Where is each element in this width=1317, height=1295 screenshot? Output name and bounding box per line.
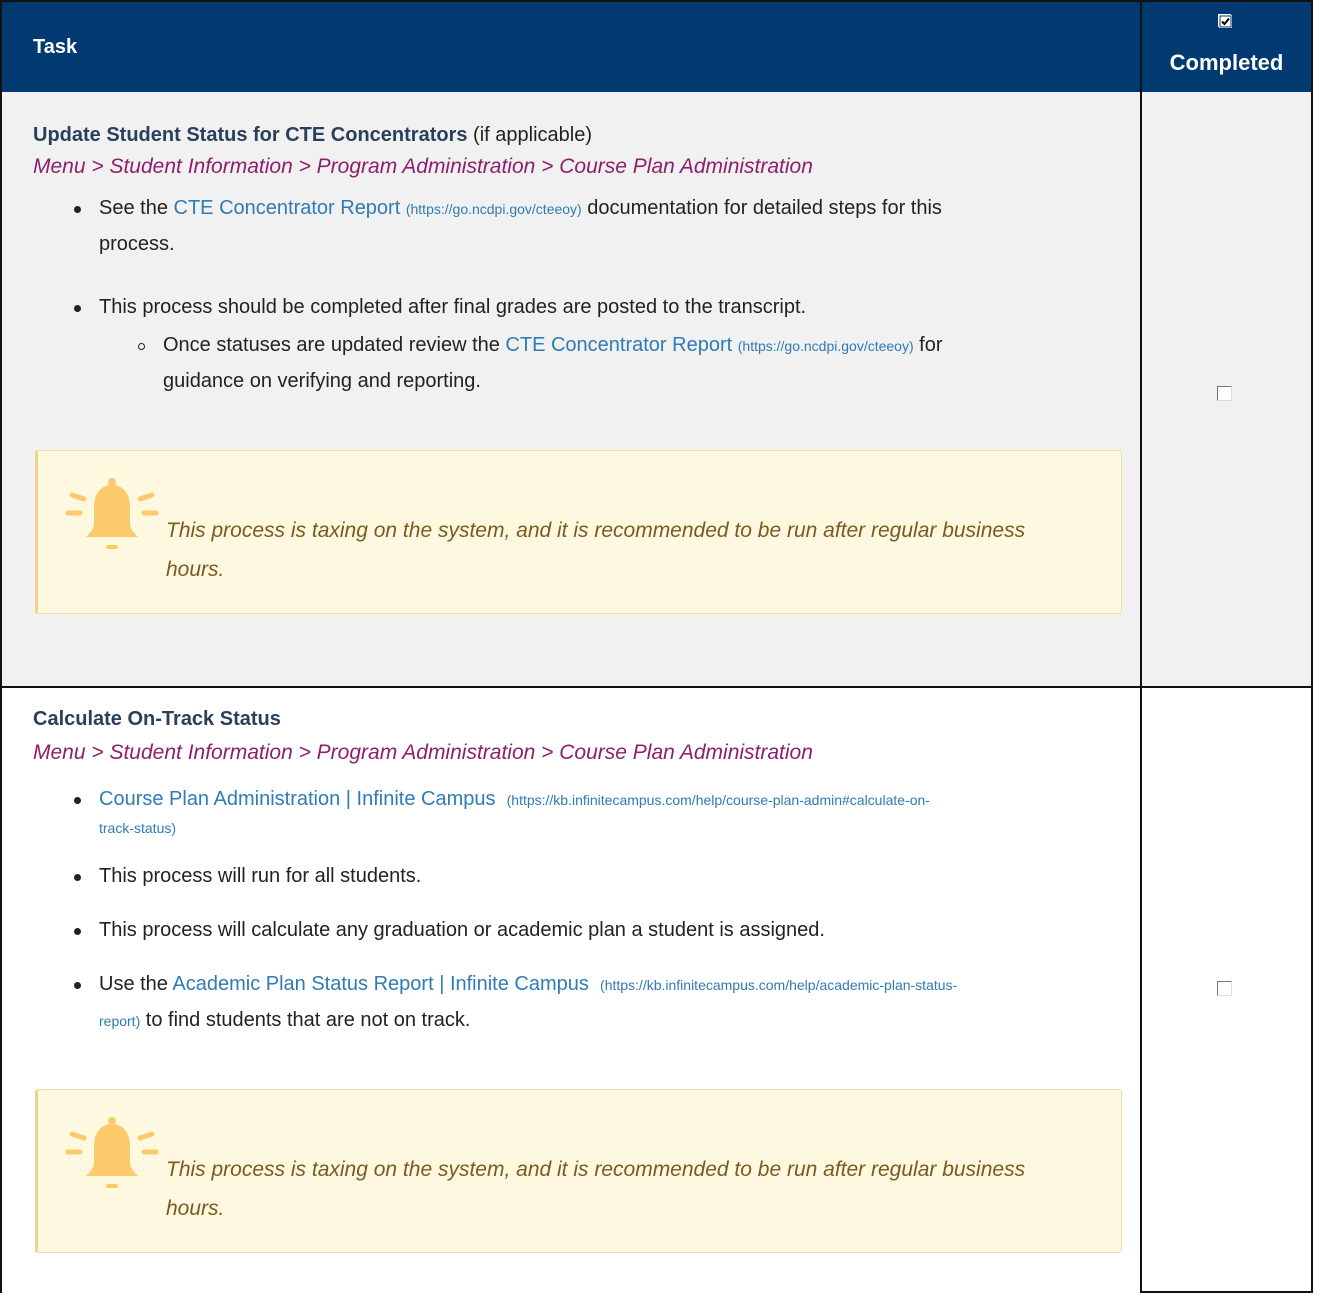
menu-path: Menu > Student Information > Program Adm… [33, 741, 813, 764]
bullet-icon [74, 982, 81, 989]
task-row: Update Student Status for CTE Concentrat… [2, 92, 1140, 686]
cte-report-link[interactable]: CTE Concentrator Report [505, 334, 732, 356]
warning-callout: This process is taxing on the system, an… [35, 1089, 1122, 1253]
checked-box-icon [1218, 14, 1232, 28]
table-header: Task Completed [2, 2, 1311, 92]
list-item: Course Plan Administration | Infinite Ca… [99, 788, 930, 836]
warning-callout: This process is taxing on the system, an… [35, 450, 1122, 614]
bullet-icon [74, 206, 81, 213]
sub-bullet-icon [138, 343, 145, 350]
bullet-icon [74, 305, 81, 312]
list-item: This process should be completed after f… [99, 296, 807, 318]
completed-cell [1142, 688, 1311, 1293]
completed-column-header: Completed [1142, 2, 1311, 92]
bullet-icon [74, 928, 81, 935]
academic-plan-report-link[interactable]: Academic Plan Status Report | Infinite C… [172, 973, 589, 995]
callout-text: This process is taxing on the system, an… [166, 1158, 1026, 1220]
bell-icon [65, 478, 159, 549]
task-title: Update Student Status for CTE Concentrat… [33, 124, 592, 146]
list-item: Once statuses are updated review the CTE… [163, 334, 943, 392]
completed-cell [1142, 92, 1311, 686]
list-item: See the CTE Concentrator Report (https:/… [99, 197, 942, 255]
callout-text: This process is taxing on the system, an… [166, 519, 1026, 581]
checklist-table: Task Completed Update Student Status for… [0, 0, 1313, 1293]
list-item: This process will run for all students. [99, 865, 422, 887]
list-item: This process will calculate any graduati… [99, 919, 825, 941]
completed-label: Completed [1169, 50, 1284, 75]
cte-report-link[interactable]: CTE Concentrator Report [174, 197, 401, 219]
task-row: Calculate On-Track Status Menu > Student… [2, 688, 1140, 1293]
menu-path: Menu > Student Information > Program Adm… [33, 155, 813, 178]
list-item: Use the Academic Plan Status Report | In… [99, 973, 958, 1031]
bell-icon [65, 1117, 159, 1188]
task-title: Calculate On-Track Status [33, 708, 281, 730]
column-divider [1140, 2, 1142, 1293]
bullet-icon [74, 874, 81, 881]
bullet-icon [74, 797, 81, 804]
completed-checkbox[interactable] [1217, 981, 1232, 996]
completed-checkbox[interactable] [1217, 386, 1232, 401]
task-column-header: Task [33, 36, 78, 58]
course-plan-admin-link[interactable]: Course Plan Administration | Infinite Ca… [99, 788, 496, 810]
